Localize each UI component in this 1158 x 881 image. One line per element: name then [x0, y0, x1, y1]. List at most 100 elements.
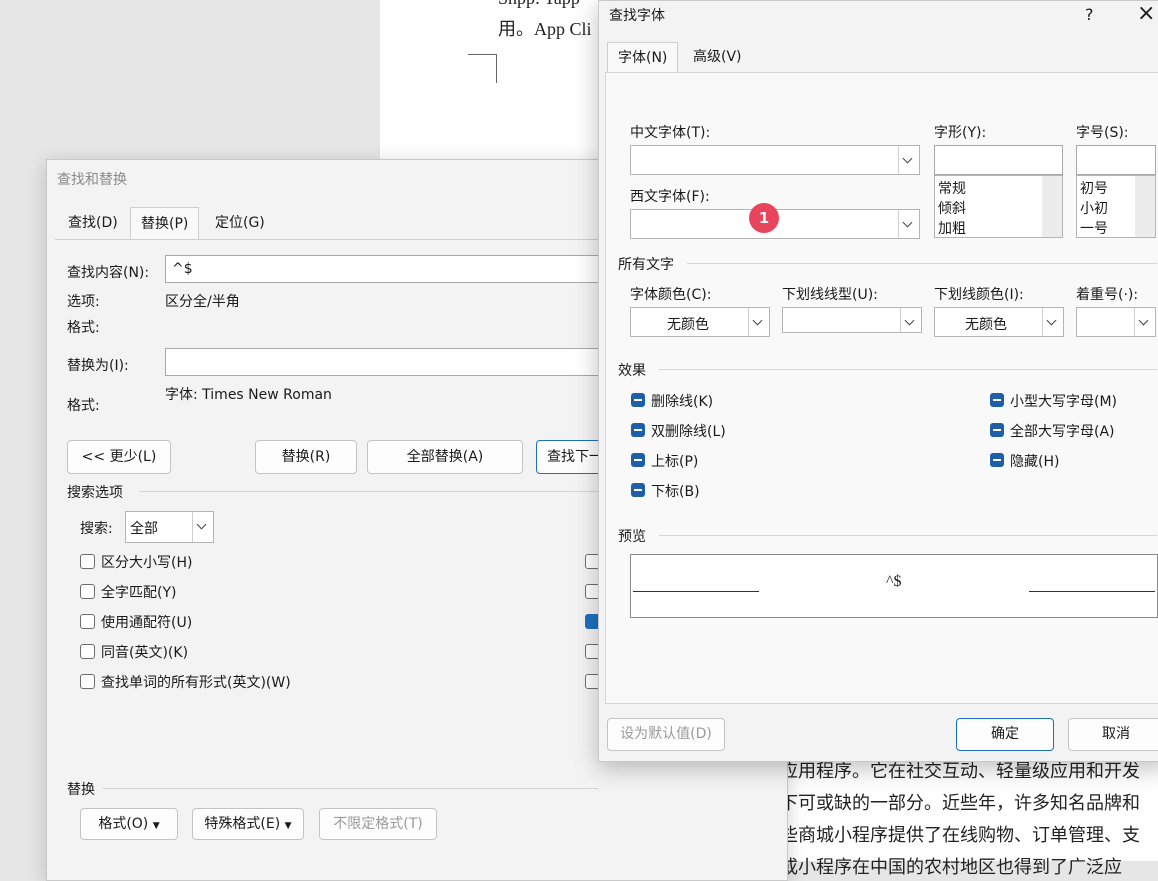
find-what-input[interactable]: ^$ — [165, 255, 615, 283]
format-button[interactable]: 格式(O) ▼ — [80, 808, 178, 840]
font-color-label: 字体颜色(C): — [630, 287, 712, 303]
checkbox-sounds-like-label[interactable]: 同音(英文)(K) — [101, 642, 188, 662]
checkbox-sounds-like[interactable] — [80, 644, 95, 659]
replace-format-value: 字体: Times New Roman — [165, 387, 332, 403]
checkbox-strikethrough-label[interactable]: 删除线(K) — [651, 391, 713, 411]
preview-line-right — [1029, 591, 1155, 592]
list-item[interactable]: 常规 — [938, 178, 966, 198]
underline-color-value: 无颜色 — [965, 317, 1007, 333]
tab-goto[interactable]: 定位(G) — [205, 207, 275, 239]
list-item[interactable]: 倾斜 — [938, 198, 966, 218]
emphasis-select[interactable] — [1076, 307, 1156, 337]
checkbox-hidden[interactable] — [990, 453, 1004, 467]
western-font-label: 西文字体(F): — [630, 189, 710, 205]
chevron-down-icon — [1134, 308, 1155, 336]
caret-down-icon: ▼ — [284, 821, 292, 831]
font-size-label: 字号(S): — [1076, 125, 1129, 141]
tab-find[interactable]: 查找(D) — [58, 207, 128, 239]
effects-divider — [659, 369, 1157, 370]
preview-line-left — [633, 591, 759, 592]
checkbox-strikethrough[interactable] — [631, 393, 645, 407]
checkbox-small-caps-label[interactable]: 小型大写字母(M) — [1010, 391, 1117, 411]
checkbox-wildcards-label[interactable]: 使用通配符(U) — [101, 612, 192, 632]
checkbox-subscript-label[interactable]: 下标(B) — [651, 481, 700, 501]
replace-section-title: 替换 — [67, 782, 95, 798]
replace-section-divider — [103, 788, 599, 789]
set-default-button[interactable]: 设为默认值(D) — [607, 718, 725, 751]
list-item[interactable]: 小初 — [1080, 198, 1108, 218]
options-value: 区分全/半角 — [165, 294, 240, 310]
checkbox-word-forms[interactable] — [80, 674, 95, 689]
search-direction-select[interactable]: 全部 — [125, 511, 214, 543]
no-formatting-button[interactable]: 不限定格式(T) — [319, 808, 437, 840]
all-text-title: 所有文字 — [618, 257, 674, 273]
underline-style-label: 下划线线型(U): — [782, 287, 878, 303]
special-format-button-label: 特殊格式(E) — [204, 816, 281, 832]
special-format-button[interactable]: 特殊格式(E) ▼ — [192, 808, 304, 840]
less-button[interactable]: << 更少(L) — [67, 440, 171, 474]
checkbox-all-caps-label[interactable]: 全部大写字母(A) — [1010, 421, 1115, 441]
ok-button[interactable]: 确定 — [956, 718, 1054, 751]
effects-title: 效果 — [618, 363, 646, 379]
dialog-title: 查找字体 — [609, 8, 665, 24]
find-what-label: 查找内容(N): — [67, 265, 150, 281]
checkbox-small-caps[interactable] — [990, 393, 1004, 407]
checkbox-hidden-label[interactable]: 隐藏(H) — [1010, 451, 1059, 471]
replace-with-input[interactable] — [165, 348, 615, 376]
doc-line-4: 或小程序在中国的农村地区也得到了广泛应 — [780, 857, 1122, 877]
list-item[interactable]: 加粗 — [938, 218, 966, 238]
scrollbar[interactable] — [1042, 176, 1062, 237]
checkbox-whole-word[interactable] — [80, 584, 95, 599]
search-direction-value: 全部 — [130, 521, 158, 537]
search-direction-label: 搜索: — [80, 521, 113, 537]
chinese-font-select[interactable] — [630, 145, 920, 175]
preview-text: ^$ — [886, 573, 902, 590]
replace-all-button[interactable]: 全部替换(A) — [367, 440, 523, 474]
preview-title: 预览 — [618, 529, 646, 545]
checkbox-superscript[interactable] — [631, 453, 645, 467]
doc-line-3: 些商城小程序提供了在线购物、订单管理、支 — [780, 825, 1140, 845]
checkbox-double-strikethrough-label[interactable]: 双删除线(L) — [651, 421, 726, 441]
doc-line-partial: 用。App Cli — [498, 19, 592, 39]
close-icon[interactable]: × — [1137, 1, 1155, 26]
step-badge: 1 — [749, 203, 779, 233]
font-size-list[interactable]: 初号 小初 一号 — [1076, 175, 1156, 238]
font-style-list[interactable]: 常规 倾斜 加粗 — [934, 175, 1063, 238]
underline-color-select[interactable]: 无颜色 — [934, 307, 1064, 337]
font-size-input[interactable] — [1076, 145, 1156, 175]
search-options-title: 搜索选项 — [67, 485, 123, 501]
checkbox-match-case-label[interactable]: 区分大小写(H) — [101, 552, 192, 572]
checkbox-word-forms-label[interactable]: 查找单词的所有形式(英文)(W) — [101, 672, 291, 692]
find-font-dialog: 查找字体 ? × 字体(N) 高级(V) 中文字体(T): 西文字体(F): 1… — [598, 0, 1158, 762]
tab-advanced[interactable]: 高级(V) — [683, 42, 752, 72]
help-icon[interactable]: ? — [1085, 5, 1094, 24]
checkbox-superscript-label[interactable]: 上标(P) — [651, 451, 698, 471]
chevron-down-icon — [748, 308, 769, 336]
chinese-font-label: 中文字体(T): — [630, 125, 711, 141]
dialog-title: 查找和替换 — [57, 172, 127, 188]
underline-style-select[interactable] — [782, 307, 922, 333]
replace-button[interactable]: 替换(R) — [255, 440, 357, 474]
checkbox-match-case[interactable] — [80, 554, 95, 569]
font-style-input[interactable] — [934, 145, 1063, 175]
chevron-down-icon — [898, 146, 919, 174]
list-item[interactable]: 一号 — [1080, 218, 1108, 238]
all-text-divider — [687, 263, 1157, 264]
chevron-down-icon — [1042, 308, 1063, 336]
checkbox-all-caps[interactable] — [990, 423, 1004, 437]
crop-mark — [468, 54, 497, 83]
list-item[interactable]: 初号 — [1080, 178, 1108, 198]
checkbox-whole-word-label[interactable]: 全字匹配(Y) — [101, 582, 176, 602]
chevron-down-icon — [192, 512, 213, 542]
font-color-select[interactable]: 无颜色 — [630, 307, 770, 337]
checkbox-double-strikethrough[interactable] — [631, 423, 645, 437]
find-format-label: 格式: — [67, 320, 100, 336]
replace-format-label: 格式: — [67, 398, 100, 414]
checkbox-subscript[interactable] — [631, 483, 645, 497]
tab-font[interactable]: 字体(N) — [607, 42, 679, 73]
tab-replace[interactable]: 替换(P) — [130, 207, 200, 240]
checkbox-wildcards[interactable] — [80, 614, 95, 629]
scrollbar[interactable] — [1135, 176, 1155, 237]
format-button-label: 格式(O) — [98, 816, 149, 832]
cancel-button[interactable]: 取消 — [1068, 718, 1158, 751]
